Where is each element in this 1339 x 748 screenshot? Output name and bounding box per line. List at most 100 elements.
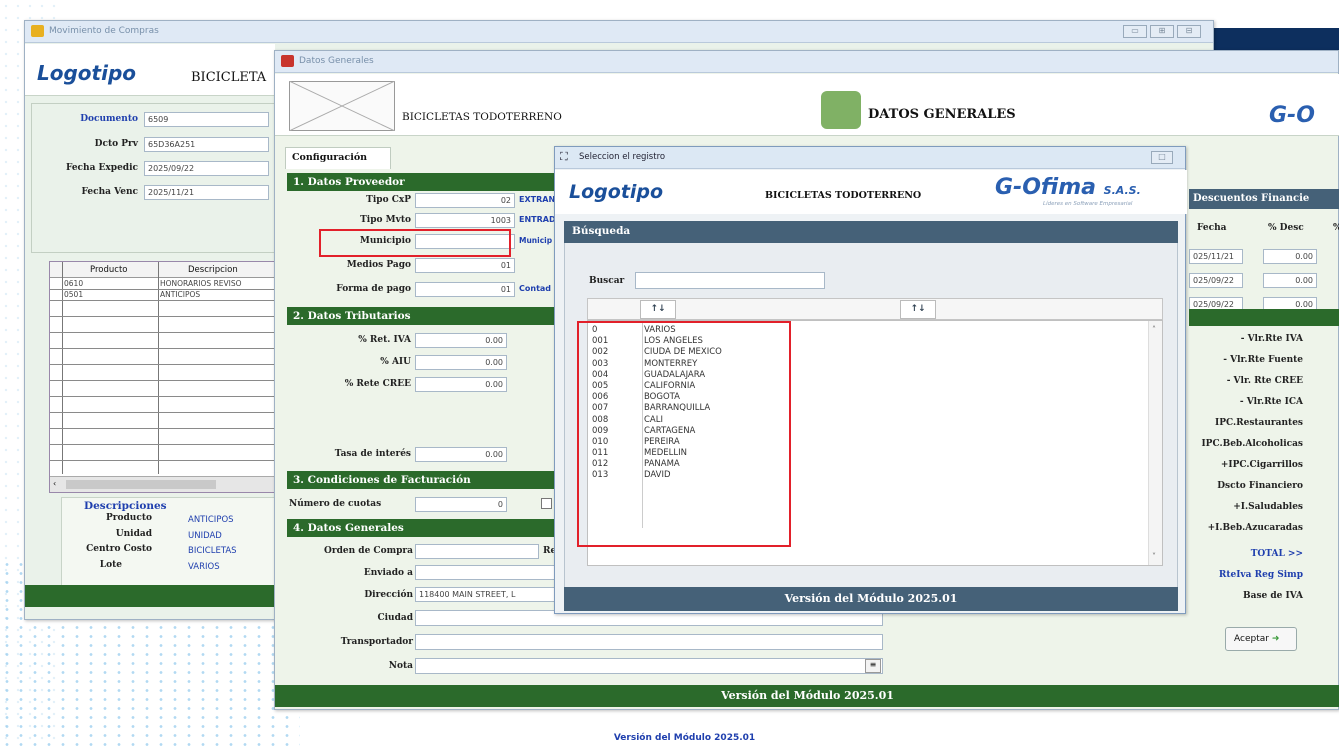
desc-fecha-field[interactable]: 025/11/21 <box>1189 249 1243 264</box>
tasa-interes-field[interactable]: 0.00 <box>415 447 507 462</box>
compras-titlebar: Movimiento de Compras <box>25 21 1213 43</box>
header-title: DATOS GENERALES <box>868 107 1016 122</box>
results-highlight <box>577 321 791 547</box>
dialog-version-bar: Versión del Módulo 2025.01 <box>564 587 1178 611</box>
orden-compra-label: Orden de Compra <box>324 546 413 556</box>
header-fields: Documento 6509 Dcto Prv 65D36A251 Fecha … <box>31 103 275 253</box>
descripciones-panel: Descripciones Producto ANTICIPOS Unidad … <box>61 497 277 589</box>
ofima-wordmark: Ofima <box>1022 175 1096 200</box>
nota-field[interactable] <box>415 658 883 674</box>
desc-value: VARIOS <box>188 562 220 572</box>
descuentos-title: Descuentos Financie <box>1189 189 1339 209</box>
dialog-title: Seleccion el registro <box>579 152 666 162</box>
desc-col-extra: % <box>1333 223 1339 233</box>
binoculars-icon: ⛶ <box>560 150 568 163</box>
tipo-mvto-label: Tipo Mvto <box>360 215 411 225</box>
forma-pago-link[interactable]: Contad <box>519 284 551 293</box>
minimize-button[interactable]: ▭ <box>1123 25 1147 38</box>
list-header: ↑↓ ↑↓ <box>587 298 1163 320</box>
footer-version: Versión del Módulo 2025.01 <box>613 733 756 743</box>
ret-iva-label: % Ret. IVA <box>358 335 411 345</box>
window-title: Movimiento de Compras <box>49 26 159 36</box>
descripciones-title: Descripciones <box>84 500 167 512</box>
tipo-mvto-link[interactable]: ENTRAD <box>519 215 556 224</box>
aceptar-label: Aceptar <box>1234 634 1269 644</box>
desc-pct-field[interactable]: 0.00 <box>1263 273 1317 288</box>
section-datos-generales: 4. Datos Generales <box>287 519 557 537</box>
dialog-logo: Logotipo <box>569 181 664 203</box>
window-controls: ▭ ⊞ ⊟ <box>1123 25 1201 38</box>
desc-fecha-field[interactable]: 025/09/22 <box>1189 273 1243 288</box>
rete-cree-label: % Rete CREE <box>344 379 411 389</box>
back-footer-bar <box>25 585 285 607</box>
transportador-field[interactable] <box>415 634 883 650</box>
desc-pct-field[interactable]: 0.00 <box>1263 249 1317 264</box>
products-table: Producto Descripcion 0610 HONORARIOS REV… <box>49 261 275 493</box>
dialog-company: BICICLETAS TODOTERRENO <box>765 190 922 201</box>
aiu-field[interactable]: 0.00 <box>415 355 507 370</box>
medios-pago-field[interactable]: 01 <box>415 258 515 273</box>
scroll-down-icon[interactable]: ˅ <box>1152 552 1156 561</box>
col-producto: Producto <box>90 265 128 275</box>
fecha-expedic-field[interactable]: 2025/09/22 <box>144 161 269 176</box>
orden-compra-field[interactable] <box>415 544 539 559</box>
aceptar-button[interactable]: Aceptar ➜ <box>1225 627 1297 651</box>
desc-value: BICICLETAS <box>188 546 237 556</box>
restore-button[interactable]: ⊟ <box>1177 25 1201 38</box>
scroll-up-icon[interactable]: ˄ <box>1152 325 1156 334</box>
section-datos-tributarios: 2. Datos Tributarios <box>287 307 557 325</box>
row-descripcion: ANTICIPOS <box>160 290 201 299</box>
cuotas-checkbox[interactable] <box>541 498 552 509</box>
logo: Logotipo <box>37 61 137 85</box>
enviado-label: Enviado a <box>363 568 413 578</box>
municipio-link[interactable]: Municip <box>519 236 552 245</box>
desc-col-fecha: Fecha <box>1197 223 1227 233</box>
desc-label: Producto <box>106 513 152 523</box>
documento-label: Documento <box>80 114 138 124</box>
sort-name-icon[interactable]: ↑↓ <box>900 300 936 319</box>
desc-value: ANTICIPOS <box>188 515 234 525</box>
documento-field[interactable]: 6509 <box>144 112 269 127</box>
dialog-close-button[interactable]: □ <box>1151 151 1173 164</box>
forma-pago-field[interactable]: 01 <box>415 282 515 297</box>
table-row[interactable]: 0501 <box>64 290 83 299</box>
sort-code-icon[interactable]: ↑↓ <box>640 300 676 319</box>
direccion-field[interactable]: 118400 MAIN STREET, L <box>415 587 555 602</box>
app-icon <box>31 25 44 37</box>
buscar-input[interactable] <box>635 272 825 289</box>
transportador-label: Transportador <box>340 637 413 647</box>
busqueda-title: Búsqueda <box>564 221 1178 243</box>
tipo-cxp-field[interactable]: 02 <box>415 193 515 208</box>
ofima-suffix: S.A.S. <box>1103 184 1141 197</box>
tab-configuracion[interactable]: Configuración <box>285 147 391 169</box>
row-producto: 0501 <box>64 290 84 299</box>
company-name: BICICLETAS TODOTERRENO <box>402 111 562 123</box>
mid-header <box>275 74 1339 136</box>
table-row[interactable]: 0610 <box>64 279 83 288</box>
dcto-prv-field[interactable]: 65D36A251 <box>144 137 269 152</box>
check-arrow-icon: ➜ <box>1271 634 1280 644</box>
vertical-scrollbar[interactable]: ˄ ˅ <box>1148 321 1162 565</box>
ret-iva-field[interactable]: 0.00 <box>415 333 507 348</box>
cuotas-field[interactable]: 0 <box>415 497 507 512</box>
fecha-venc-field[interactable]: 2025/11/21 <box>144 185 269 200</box>
logo-placeholder-icon <box>289 81 395 131</box>
rete-cree-field[interactable]: 0.00 <box>415 377 507 392</box>
window-title: Datos Generales <box>299 56 374 66</box>
aiu-label: % AIU <box>380 357 411 367</box>
handshake-icon <box>821 91 861 129</box>
desc-label: Lote <box>99 560 122 570</box>
app-icon <box>281 55 294 67</box>
nota-expand-icon[interactable]: ≡ <box>865 659 881 673</box>
scroll-thumb[interactable] <box>66 480 216 489</box>
row-descripcion: HONORARIOS REVISO <box>160 279 242 288</box>
tipo-cxp-link[interactable]: EXTRAN <box>519 195 555 204</box>
tipo-mvto-field[interactable]: 1003 <box>415 213 515 228</box>
dialog-titlebar: ⛶ Seleccion el registro <box>555 147 1185 169</box>
scroll-left-icon[interactable]: ‹ <box>53 479 56 488</box>
maximize-button[interactable]: ⊞ <box>1150 25 1174 38</box>
horizontal-scrollbar[interactable]: ‹ <box>50 476 274 492</box>
datos-titlebar: Datos Generales <box>275 51 1338 73</box>
cuotas-label: Número de cuotas <box>289 499 382 509</box>
enviado-field[interactable] <box>415 565 555 580</box>
